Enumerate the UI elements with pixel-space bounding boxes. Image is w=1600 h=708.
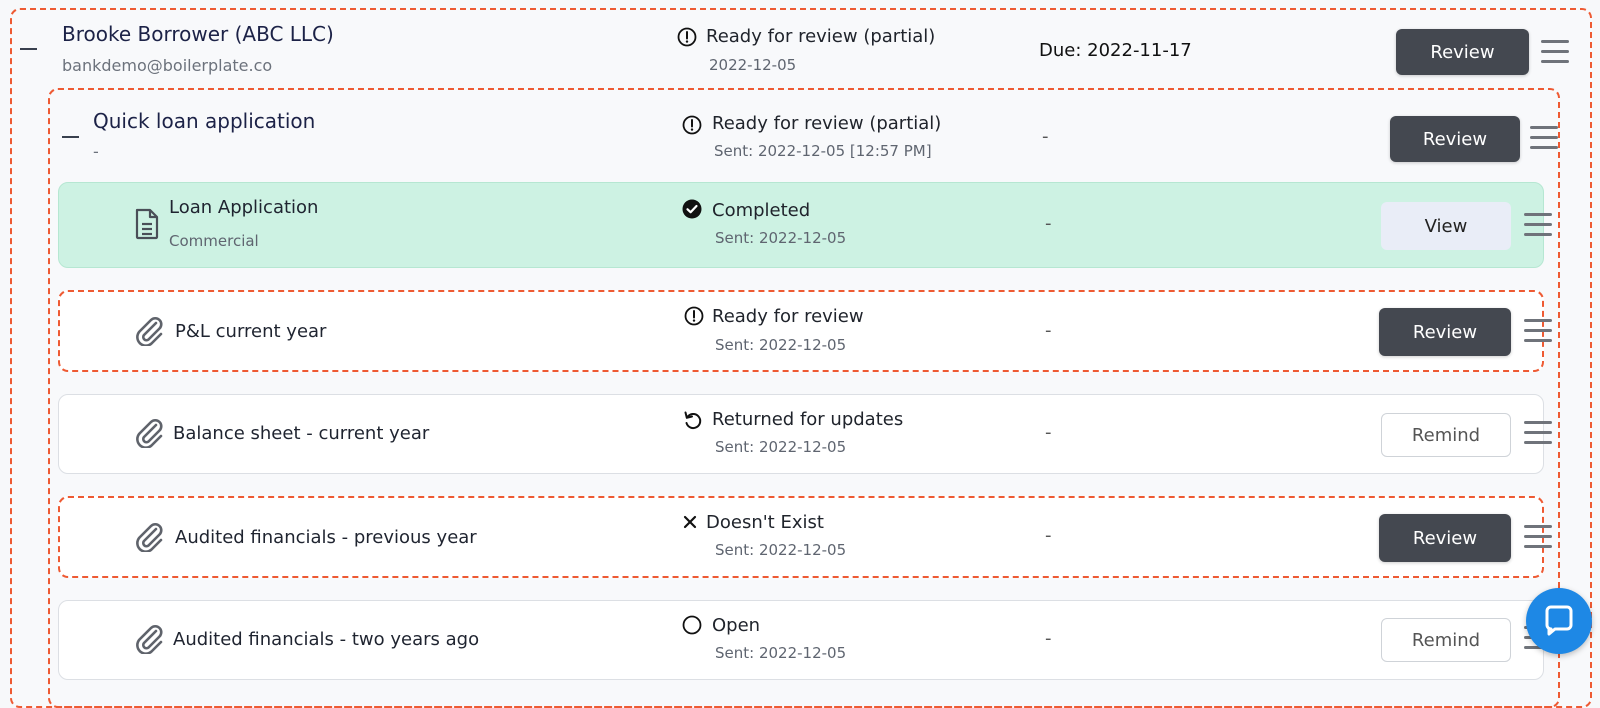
borrower-due-date: Due: 2022-11-17 — [1039, 40, 1192, 61]
request-sent-date: Sent: 2022-12-05 [12:57 PM] — [714, 142, 932, 160]
paperclip-icon — [136, 419, 163, 448]
item-sent-date: Sent: 2022-12-05 — [715, 229, 847, 247]
open-circle-icon — [682, 615, 702, 635]
x-icon — [683, 515, 697, 529]
borrower-name: Brooke Borrower (ABC LLC) — [62, 22, 334, 46]
request-due: - — [1042, 126, 1049, 147]
item-review-button[interactable]: Review — [1379, 308, 1511, 356]
undo-icon — [684, 411, 702, 430]
request-subtitle: - — [93, 142, 99, 161]
item-remind-button[interactable]: Remind — [1381, 618, 1511, 662]
item-due: - — [1045, 628, 1052, 649]
item-sent-date: Sent: 2022-12-05 — [715, 336, 847, 354]
item-name: Balance sheet - current year — [173, 423, 430, 444]
item-view-button[interactable]: View — [1381, 202, 1511, 250]
chat-widget-button[interactable] — [1526, 588, 1592, 654]
item-menu-icon[interactable] — [1524, 525, 1552, 548]
item-remind-button[interactable]: Remind — [1381, 413, 1511, 457]
item-sent-date: Sent: 2022-12-05 — [715, 644, 847, 662]
item-status: Doesn't Exist — [706, 512, 824, 533]
item-review-button[interactable]: Review — [1379, 514, 1511, 562]
check-circle-icon — [682, 199, 702, 219]
item-name: P&L current year — [175, 321, 327, 342]
paperclip-icon — [136, 625, 163, 654]
document-icon — [135, 208, 159, 240]
item-sent-date: Sent: 2022-12-05 — [715, 541, 847, 559]
item-status: Open — [712, 615, 761, 636]
collapse-request-toggle[interactable] — [62, 136, 79, 138]
item-status: Ready for review — [712, 306, 864, 327]
item-status: Returned for updates — [712, 409, 904, 430]
borrower-status-date: 2022-12-05 — [709, 56, 797, 74]
item-name: Audited financials - two years ago — [173, 629, 480, 650]
item-due: - — [1045, 422, 1052, 443]
request-status: Ready for review (partial) — [712, 113, 942, 134]
alert-circle-icon — [677, 27, 697, 47]
item-menu-icon[interactable] — [1524, 319, 1552, 342]
alert-circle-icon — [682, 115, 702, 135]
collapse-borrower-toggle[interactable] — [20, 48, 37, 50]
request-name: Quick loan application — [93, 109, 316, 133]
item-subtitle: Commercial — [169, 232, 259, 250]
borrower-status: Ready for review (partial) — [706, 26, 936, 47]
item-menu-icon[interactable] — [1524, 213, 1552, 236]
item-menu-icon[interactable] — [1524, 421, 1552, 444]
item-due: - — [1045, 320, 1052, 341]
item-due: - — [1045, 525, 1052, 546]
request-menu-icon[interactable] — [1530, 126, 1558, 149]
alert-circle-icon — [684, 306, 704, 326]
list-item-loan-application[interactable] — [58, 182, 1544, 268]
item-name: Loan Application — [169, 197, 319, 218]
borrower-menu-icon[interactable] — [1541, 40, 1569, 63]
request-review-button[interactable]: Review — [1390, 116, 1520, 162]
item-status: Completed — [712, 200, 811, 221]
borrower-email: bankdemo@boilerplate.co — [62, 56, 273, 75]
borrower-review-button[interactable]: Review — [1396, 29, 1529, 75]
chat-bubble-icon — [1545, 605, 1573, 636]
item-due: - — [1045, 213, 1052, 234]
item-sent-date: Sent: 2022-12-05 — [715, 438, 847, 456]
item-name: Audited financials - previous year — [175, 527, 477, 548]
paperclip-icon — [136, 317, 163, 346]
paperclip-icon — [136, 523, 163, 552]
